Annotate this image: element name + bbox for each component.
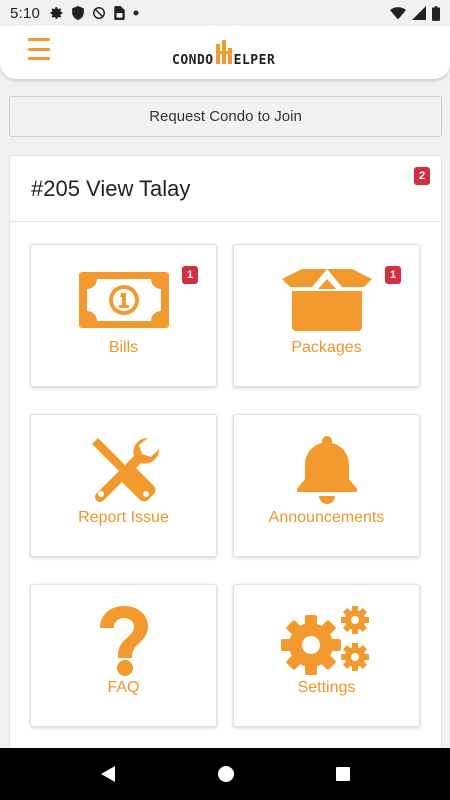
unit-card: #205 View Talay 2 Bills 1 Packages 1 Rep… <box>9 155 442 775</box>
request-join-button[interactable]: Request Condo to Join <box>9 96 442 137</box>
bell-icon <box>234 435 419 505</box>
faq-tile[interactable]: FAQ <box>30 584 217 727</box>
hamburger-icon[interactable] <box>28 38 54 60</box>
unit-title: #205 View Talay <box>31 175 191 201</box>
status-bar: 5:10 <box>0 0 450 26</box>
gears-icon <box>234 605 419 675</box>
unit-header[interactable]: #205 View Talay 2 <box>10 156 441 222</box>
unit-badge: 2 <box>414 167 430 185</box>
bills-label: Bills <box>108 339 139 356</box>
question-icon <box>31 605 216 676</box>
report-issue-tile[interactable]: Report Issue <box>30 414 217 557</box>
tools-icon <box>31 435 216 505</box>
bills-tile[interactable]: Bills 1 <box>30 244 217 387</box>
no-disturb-icon <box>92 6 106 20</box>
packages-badge: 1 <box>385 266 401 284</box>
settings-tile[interactable]: Settings <box>233 584 420 727</box>
bills-badge: 1 <box>182 266 198 284</box>
sim-card-icon <box>114 6 125 20</box>
app-bar: CONDO ELPER <box>0 26 450 79</box>
gear-icon <box>50 6 64 20</box>
report-issue-label: Report Issue <box>78 509 169 526</box>
system-nav-bar <box>0 748 450 800</box>
logo-building-icon <box>215 40 233 68</box>
signal-icon <box>412 6 426 20</box>
announcements-tile[interactable]: Announcements <box>233 414 420 557</box>
app-logo: CONDO ELPER <box>172 40 276 68</box>
packages-tile[interactable]: Packages 1 <box>233 244 420 387</box>
home-icon[interactable] <box>217 765 235 783</box>
shield-icon <box>72 6 84 20</box>
faq-label: FAQ <box>107 679 140 696</box>
back-icon[interactable] <box>99 765 117 783</box>
wifi-icon <box>390 6 406 20</box>
logo-text-right: ELPER <box>233 53 276 68</box>
battery-icon <box>432 5 440 21</box>
recents-icon[interactable] <box>335 766 351 782</box>
logo-text-left: CONDO <box>172 53 214 68</box>
request-join-label: Request Condo to Join <box>149 108 302 125</box>
status-time: 5:10 <box>10 4 40 22</box>
announcements-label: Announcements <box>268 509 385 526</box>
settings-label: Settings <box>297 679 356 696</box>
packages-label: Packages <box>291 339 362 356</box>
dot-icon <box>133 10 139 16</box>
